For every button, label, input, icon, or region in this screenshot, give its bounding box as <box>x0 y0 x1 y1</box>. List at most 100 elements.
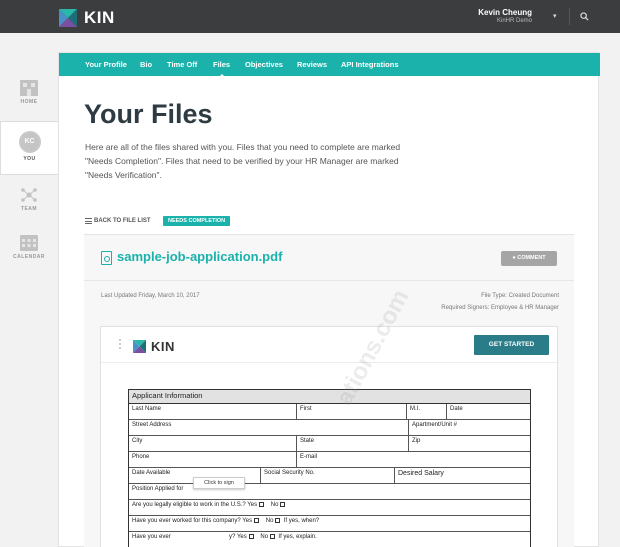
kin-logo-icon <box>59 9 77 27</box>
form-field[interactable]: Phone <box>129 452 297 467</box>
sidebar-item-home[interactable]: HOME <box>0 80 58 105</box>
form-field[interactable]: State <box>297 436 409 451</box>
no-checkbox[interactable] <box>270 534 276 539</box>
kebab-menu-icon[interactable] <box>119 339 121 351</box>
document-header: KIN GET STARTED <box>101 327 559 363</box>
document-logo: KIN <box>133 339 175 354</box>
yes-checkbox[interactable] <box>248 534 254 539</box>
divider <box>84 280 574 281</box>
form-question: Have you ever y? Yes No If yes, explain. <box>129 532 530 547</box>
form-field[interactable]: First <box>297 404 407 419</box>
comment-icon: ● <box>512 255 516 261</box>
search-icon[interactable] <box>580 12 589 21</box>
list-icon <box>85 218 92 224</box>
sidebar-item-calendar[interactable]: CALENDAR <box>0 235 58 260</box>
form-section-title: Applicant Information <box>129 390 530 404</box>
form-field[interactable]: Position Applied for <box>129 484 530 499</box>
question-text-tail: y? <box>229 534 236 541</box>
calendar-icon <box>20 235 38 251</box>
tab-bio[interactable]: Bio <box>140 60 152 69</box>
yes-checkbox[interactable] <box>259 502 265 507</box>
user-menu[interactable]: Kevin Cheung KinHR Demo <box>478 8 532 24</box>
sidebar-item-label: YOU <box>23 156 36 162</box>
form-row: Are you legally eligible to work in the … <box>129 500 530 516</box>
user-name: Kevin Cheung <box>478 8 532 17</box>
question-text: Have you ever worked for this company? <box>132 518 241 525</box>
form-row: Have you ever worked for this company? Y… <box>129 516 530 532</box>
form-field[interactable]: Last Name <box>129 404 297 419</box>
form-field[interactable]: Street Address <box>129 420 409 435</box>
no-checkbox[interactable] <box>280 502 286 507</box>
team-icon <box>21 188 37 202</box>
main-content: Your Profile Bio Time Off Files Objectiv… <box>58 52 600 547</box>
kin-logo-icon <box>133 340 146 353</box>
tab-objectives[interactable]: Objectives <box>245 60 283 69</box>
no-label: No <box>260 534 269 541</box>
intro-text: Here are all of the files shared with yo… <box>85 142 401 180</box>
form-field[interactable]: Desired Salary <box>395 468 530 483</box>
sidebar-item-label: CALENDAR <box>12 254 46 260</box>
form-field[interactable]: M.I. <box>407 404 447 419</box>
form-field[interactable]: Social Security No. <box>261 468 395 483</box>
yes-checkbox[interactable] <box>254 518 260 523</box>
question-text: Are you legally eligible to work in the … <box>132 502 246 509</box>
question-text: Have you ever <box>132 534 171 541</box>
file-name: sample-job-application.pdf <box>117 249 283 264</box>
pdf-file-icon <box>101 251 112 265</box>
sign-tooltip[interactable]: Click to sign <box>193 477 245 489</box>
file-type: File Type: Created Document <box>481 293 559 299</box>
yes-label: Yes <box>242 518 253 525</box>
form-field[interactable]: City <box>129 436 297 451</box>
file-panel: sample-job-application.pdf ● COMMENT Las… <box>84 234 574 547</box>
sidebar-item-label: HOME <box>20 99 38 105</box>
top-bar: KIN Kevin Cheung KinHR Demo ▾ <box>0 0 620 33</box>
form-field[interactable]: Date <box>447 404 530 419</box>
form-row: Position Applied for <box>129 484 530 500</box>
profile-tabs: Your Profile Bio Time Off Files Objectiv… <box>59 53 600 78</box>
chevron-down-icon[interactable]: ▾ <box>553 12 557 20</box>
user-company: KinHR Demo <box>496 18 532 24</box>
logo-text: KIN <box>151 339 175 354</box>
tab-api-integrations[interactable]: API Integrations <box>341 60 399 69</box>
followup-text: If yes, explain. <box>278 534 317 541</box>
comment-button[interactable]: ● COMMENT <box>501 251 557 266</box>
sidebar-item-team[interactable]: TEAM <box>0 187 58 212</box>
form-field[interactable]: E-mail <box>297 452 530 467</box>
required-signers: Required Signers: Employee & HR Manager <box>441 305 559 311</box>
home-icon <box>20 80 38 96</box>
sidebar: HOME KC YOU TEAM CALENDAR <box>0 33 58 547</box>
no-checkbox[interactable] <box>275 518 281 523</box>
page-title: Your Files <box>84 99 213 129</box>
tab-reviews[interactable]: Reviews <box>297 60 327 69</box>
sidebar-item-you[interactable]: KC YOU <box>0 121 58 175</box>
get-started-button[interactable]: GET STARTED <box>474 335 549 355</box>
back-link-label: BACK TO FILE LIST <box>94 218 151 224</box>
yes-label: Yes <box>236 534 247 541</box>
document-viewer: KIN GET STARTED Applicant Information La… <box>100 285 559 547</box>
form-field[interactable]: Zip <box>409 436 530 451</box>
tab-time-off[interactable]: Time Off <box>167 60 197 69</box>
yes-label: Yes <box>247 502 258 509</box>
form-row: Phone E-mail <box>129 452 530 468</box>
back-to-file-list-link[interactable]: BACK TO FILE LIST <box>85 218 151 224</box>
form-row: Last Name First M.I. Date <box>129 404 530 420</box>
form-row: Have you ever y? Yes No If yes, explain. <box>129 532 530 547</box>
comment-label: COMMENT <box>517 255 546 261</box>
form-field[interactable]: Apartment/Unit # <box>409 420 530 435</box>
kin-logo[interactable]: KIN <box>59 8 115 28</box>
form-question: Are you legally eligible to work in the … <box>129 500 530 515</box>
no-label: No <box>265 518 274 525</box>
application-form: Applicant Information Last Name First M.… <box>128 389 531 547</box>
no-label: No <box>270 502 279 509</box>
last-updated: Last Updated Friday, March 10, 2017 <box>101 293 200 299</box>
logo-text: KIN <box>84 8 115 27</box>
divider <box>569 8 570 25</box>
status-badge: NEEDS COMPLETION <box>163 216 231 226</box>
form-row: City State Zip <box>129 436 530 452</box>
tab-your-profile[interactable]: Your Profile <box>85 60 127 69</box>
form-row: Street Address Apartment/Unit # <box>129 420 530 436</box>
avatar-icon: KC <box>18 131 41 153</box>
tab-files[interactable]: Files <box>213 60 230 78</box>
form-question: Have you ever worked for this company? Y… <box>129 516 530 531</box>
followup-text: If yes, when? <box>283 518 320 525</box>
